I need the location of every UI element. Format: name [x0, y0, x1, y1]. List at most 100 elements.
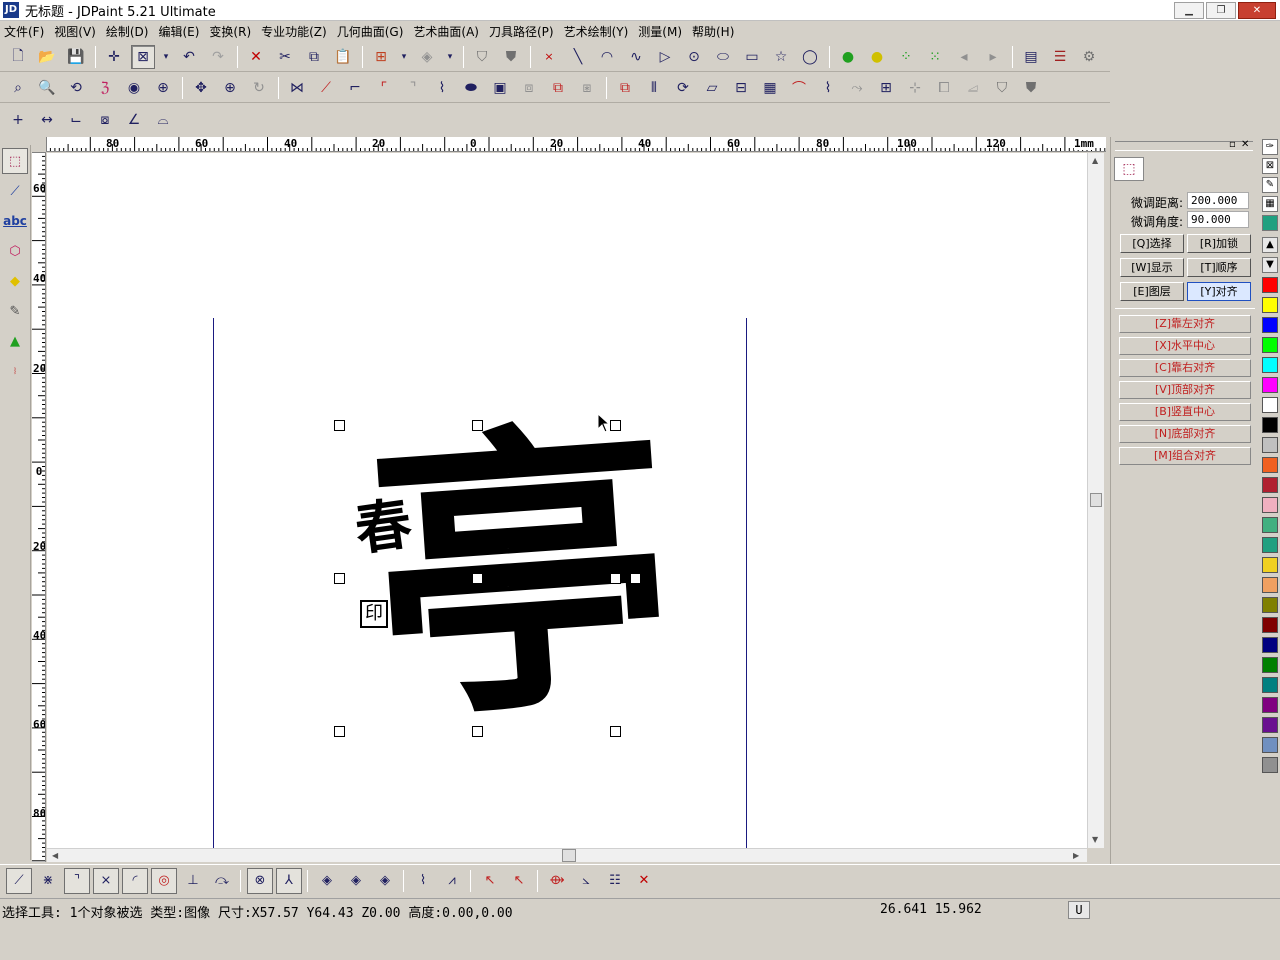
- color-swatch[interactable]: [1262, 597, 1278, 613]
- break-icon[interactable]: ⌇: [430, 76, 454, 100]
- align-vertical-center-button[interactable]: [B]竖直中心: [1119, 403, 1251, 421]
- rotation-handle[interactable]: [630, 573, 641, 584]
- extend-icon[interactable]: ⟋: [314, 76, 338, 100]
- fit-icon[interactable]: ⊟: [729, 76, 753, 100]
- pan-icon[interactable]: ✥: [189, 76, 213, 100]
- step-icon[interactable]: ⌙: [64, 108, 88, 132]
- palette-eyedropper-icon[interactable]: ✑: [1262, 139, 1278, 155]
- path-icon[interactable]: ⤳: [845, 76, 869, 100]
- select-tool-icon[interactable]: ⬚: [2, 148, 28, 174]
- selection-handle-center[interactable]: [472, 573, 483, 584]
- arc-icon[interactable]: ◠: [595, 45, 619, 69]
- corner-icon[interactable]: ⌝: [401, 76, 425, 100]
- view-3d-icon[interactable]: ◈: [415, 45, 439, 69]
- node-edit-icon[interactable]: ⟋: [2, 178, 28, 204]
- skew-icon[interactable]: ▱: [700, 76, 724, 100]
- snap-corner-icon[interactable]: ⌝: [64, 867, 90, 894]
- menu-help[interactable]: 帮助(H): [692, 23, 734, 40]
- horizontal-scroll-thumb[interactable]: [562, 849, 576, 862]
- display-button[interactable]: [W]显示: [1120, 258, 1184, 277]
- color-swatch[interactable]: [1262, 377, 1278, 393]
- combine-icon[interactable]: ⧆: [575, 76, 599, 100]
- menu-professional[interactable]: 专业功能(Z): [261, 23, 327, 40]
- menu-edit[interactable]: 编辑(E): [158, 23, 199, 40]
- pattern-icon[interactable]: ▦: [1262, 196, 1278, 212]
- menu-art-drawing[interactable]: 艺术绘制(Y): [564, 23, 629, 40]
- wave-icon[interactable]: ⌒: [787, 76, 811, 100]
- color-swatch[interactable]: [1262, 517, 1278, 533]
- snap-endpoint-icon[interactable]: ⟋: [6, 867, 32, 894]
- offset-icon[interactable]: ▣: [488, 76, 512, 100]
- snap-midpoint-icon[interactable]: ⋇: [35, 868, 61, 894]
- color-swatch[interactable]: [1262, 657, 1278, 673]
- select-box-icon[interactable]: ⊠: [131, 44, 155, 69]
- grid-snap-icon[interactable]: ⊞: [369, 45, 393, 69]
- menu-art-surface[interactable]: 艺术曲面(A): [413, 23, 479, 40]
- star-icon[interactable]: ☆: [769, 45, 793, 69]
- snap-grid-icon[interactable]: ⊗: [247, 867, 273, 894]
- grid-icon[interactable]: ⊞: [874, 76, 898, 100]
- delete-icon[interactable]: ✕: [244, 45, 268, 69]
- zoom-curve-icon[interactable]: ℨ: [93, 76, 117, 100]
- horizontal-scrollbar[interactable]: ◀ ▶: [47, 848, 1087, 862]
- cancel-icon[interactable]: ✕: [631, 868, 657, 894]
- chamfer-icon[interactable]: ⌜: [372, 76, 396, 100]
- yellow-bulb-icon[interactable]: ●: [865, 45, 889, 69]
- color-swatch[interactable]: [1262, 477, 1278, 493]
- color-swatch[interactable]: [1262, 757, 1278, 773]
- close-button[interactable]: ✕: [1238, 2, 1276, 19]
- hatch-icon[interactable]: ☰: [1048, 45, 1072, 69]
- layer-button[interactable]: [E]图层: [1120, 282, 1184, 301]
- align-button[interactable]: [Y]对齐: [1187, 282, 1251, 301]
- minimize-button[interactable]: ▁: [1174, 2, 1204, 19]
- select-panel-tab-icon[interactable]: ⬚: [1114, 157, 1144, 181]
- zoom-refresh-icon[interactable]: ⟲: [64, 76, 88, 100]
- rotate-view-icon[interactable]: ↻: [247, 76, 271, 100]
- color-swatch[interactable]: [1262, 437, 1278, 453]
- menu-draw[interactable]: 绘制(D): [106, 23, 149, 40]
- menu-view[interactable]: 视图(V): [54, 23, 96, 40]
- rotate-icon[interactable]: ⟳: [671, 76, 695, 100]
- snap-angle-icon[interactable]: ⅄: [276, 867, 302, 894]
- shield-filled-icon[interactable]: ⛊: [499, 45, 523, 69]
- zoom-all-icon[interactable]: ⊕: [151, 76, 175, 100]
- measure-nodes-icon[interactable]: ⦣: [573, 868, 599, 894]
- group-icon[interactable]: ⧠: [932, 76, 956, 100]
- shape-tool-icon[interactable]: ⬡: [2, 238, 28, 264]
- no-color-icon[interactable]: ⊠: [1262, 158, 1278, 174]
- line-icon[interactable]: ╲: [566, 45, 590, 69]
- color-swatch[interactable]: [1262, 417, 1278, 433]
- text-tool-icon[interactable]: abc: [2, 208, 28, 234]
- color-swatch[interactable]: [1262, 277, 1278, 293]
- dotted-grid-icon[interactable]: ⊹: [903, 76, 927, 100]
- snap-perpendicular-icon[interactable]: ⊥: [180, 868, 206, 894]
- selection-handle-bottom-center[interactable]: [472, 726, 483, 737]
- color-swatch[interactable]: [1262, 637, 1278, 653]
- zoom-out-icon[interactable]: 🔍: [35, 76, 59, 100]
- select-button[interactable]: [Q]选择: [1120, 234, 1184, 253]
- relief-shield-icon[interactable]: ⛊: [1019, 76, 1043, 100]
- panel-restore-icon[interactable]: ▫: [1229, 139, 1236, 150]
- align-horizontal-center-button[interactable]: [X]水平中心: [1119, 337, 1251, 355]
- fine-angle-input[interactable]: 90.000: [1187, 211, 1249, 228]
- fillet-icon[interactable]: ⌐: [343, 76, 367, 100]
- zoom-window-icon[interactable]: ⌕: [6, 76, 30, 100]
- color-swatch[interactable]: [1262, 737, 1278, 753]
- panel-close-icon[interactable]: ✕: [1241, 139, 1249, 150]
- node-diamond-icon[interactable]: ◈: [314, 868, 340, 894]
- save-icon[interactable]: 💾: [64, 45, 88, 69]
- sharpen-icon[interactable]: ⩘: [439, 868, 465, 894]
- point-icon[interactable]: ×: [537, 45, 561, 69]
- palette-scroll-up-icon[interactable]: ▲: [1262, 237, 1278, 253]
- selection-handle-bottom-left[interactable]: [334, 726, 345, 737]
- polyline-icon[interactable]: ▷: [653, 45, 677, 69]
- array-icon[interactable]: ⧈: [517, 76, 541, 100]
- ungroup-icon[interactable]: ⧡: [961, 76, 985, 100]
- new-file-icon[interactable]: 🗋: [6, 45, 30, 69]
- color-swatch[interactable]: [1262, 297, 1278, 313]
- selection-handle-top-center[interactable]: [472, 420, 483, 431]
- mirror-icon[interactable]: ⫴: [642, 76, 666, 100]
- scroll-left-icon[interactable]: ◀: [52, 851, 58, 860]
- order-button[interactable]: [T]顺序: [1187, 258, 1251, 277]
- scroll-right-icon[interactable]: ▶: [1073, 851, 1079, 860]
